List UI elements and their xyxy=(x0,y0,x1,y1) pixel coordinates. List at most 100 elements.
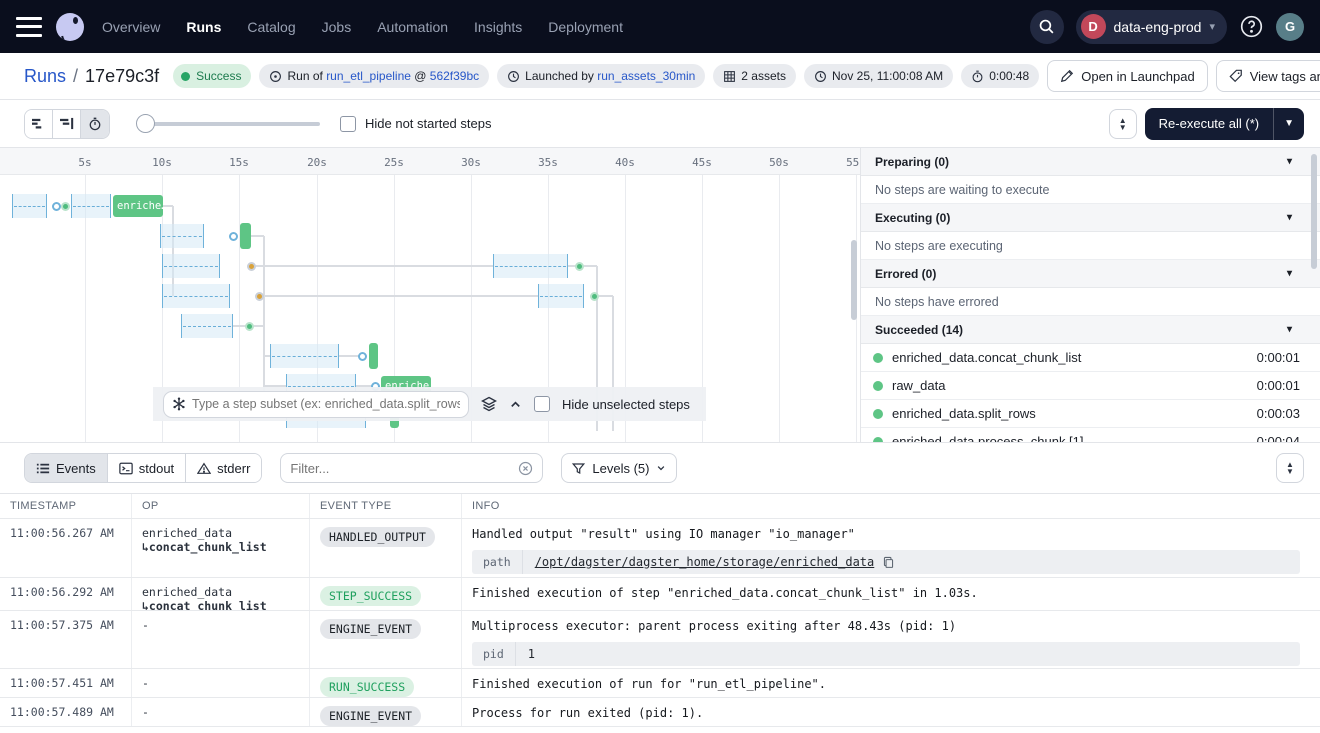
tab-stderr[interactable]: stderr xyxy=(186,454,261,482)
section-header[interactable]: Succeeded (14)▾ xyxy=(861,316,1320,344)
gantt-waiting-box[interactable] xyxy=(162,284,230,308)
log-filter-input[interactable] xyxy=(290,461,512,476)
event-op: - xyxy=(132,698,310,726)
gantt-mode-waterfall-icon[interactable] xyxy=(53,110,81,138)
event-row[interactable]: 11:00:57.489 AM-ENGINE_EVENTProcess for … xyxy=(0,698,1320,727)
gantt-scrollbar[interactable] xyxy=(851,240,857,320)
zoom-slider[interactable] xyxy=(138,122,320,126)
nav-item-deployment[interactable]: Deployment xyxy=(548,19,623,35)
open-in-launchpad-button[interactable]: Open in Launchpad xyxy=(1047,60,1207,92)
tab-events[interactable]: Events xyxy=(25,454,108,482)
event-metadata: path/opt/dagster/dagster_home/storage/en… xyxy=(472,550,1300,574)
gantt-step-bar[interactable]: enriche… xyxy=(113,195,163,217)
nav-item-insights[interactable]: Insights xyxy=(474,19,522,35)
section-title: Errored (0) xyxy=(875,267,936,281)
nav-items: Overview Runs Catalog Jobs Automation Insight… xyxy=(102,19,623,35)
target-icon xyxy=(269,70,282,83)
reexecute-dropdown-caret[interactable]: ▼ xyxy=(1273,108,1304,140)
breadcrumb-runs-link[interactable]: Runs xyxy=(24,66,66,87)
gantt-dot-green[interactable] xyxy=(245,322,254,331)
col-op: OP xyxy=(132,494,310,518)
metadata-value[interactable]: /opt/dagster/dagster_home/storage/enrich… xyxy=(523,554,908,571)
reexecute-button[interactable]: Re-execute all (*) ▼ xyxy=(1145,108,1304,140)
gantt-waiting-box[interactable] xyxy=(71,194,111,218)
step-row[interactable]: enriched_data.split_rows0:00:03 xyxy=(861,400,1320,428)
menu-icon[interactable] xyxy=(16,17,42,37)
gantt-mode-flat-icon[interactable] xyxy=(25,110,53,138)
nav-item-runs[interactable]: Runs xyxy=(186,19,221,35)
event-op: enriched_data↳concat_chunk_list xyxy=(132,519,310,577)
step-row[interactable]: enriched_data.concat_chunk_list0:00:01 xyxy=(861,344,1320,372)
timeline-tick: 25s xyxy=(384,156,404,169)
copy-icon[interactable] xyxy=(882,556,895,569)
op-selector-icon xyxy=(172,397,186,411)
dagster-logo-icon[interactable] xyxy=(56,13,84,41)
gantt-waiting-box[interactable] xyxy=(493,254,568,278)
search-icon[interactable] xyxy=(1030,10,1064,44)
gantt-waiting-box[interactable] xyxy=(181,314,233,338)
view-tags-config-button[interactable]: View tags and config xyxy=(1216,60,1320,92)
gantt-mode-timed-icon[interactable] xyxy=(81,110,109,138)
panel-scrollbar[interactable] xyxy=(1311,154,1317,269)
gantt-step-bar[interactable] xyxy=(369,343,378,369)
nav-item-jobs[interactable]: Jobs xyxy=(322,19,352,35)
event-row[interactable]: 11:00:57.451 AM-RUN_SUCCESSFinished exec… xyxy=(0,669,1320,698)
run-tag[interactable]: Run of run_etl_pipeline @ 562f39bc xyxy=(259,64,489,88)
layers-icon[interactable] xyxy=(481,396,497,412)
nav-item-automation[interactable]: Automation xyxy=(377,19,448,35)
gantt-dot-green[interactable] xyxy=(575,262,584,271)
step-subset-input[interactable] xyxy=(192,397,460,411)
step-duration: 0:00:04 xyxy=(1257,434,1300,443)
gantt-dot-orange[interactable] xyxy=(247,262,256,271)
levels-dropdown[interactable]: Levels (5) xyxy=(561,453,677,483)
run-tag[interactable]: 2 assets xyxy=(713,64,796,88)
section-header[interactable]: Executing (0)▾ xyxy=(861,204,1320,232)
chevron-down-icon: ▾ xyxy=(1287,156,1306,167)
section-header[interactable]: Preparing (0)▾ xyxy=(861,148,1320,176)
run-tag[interactable]: Nov 25, 11:00:08 AM xyxy=(804,64,953,88)
nav-item-catalog[interactable]: Catalog xyxy=(247,19,295,35)
gantt-waiting-box[interactable] xyxy=(160,224,204,248)
clear-filter-icon[interactable] xyxy=(518,461,533,476)
event-timestamp: 11:00:56.267 AM xyxy=(0,519,132,577)
gantt-dot-orange[interactable] xyxy=(255,292,264,301)
run-tag[interactable]: Launched by run_assets_30min xyxy=(497,64,705,88)
tab-stdout[interactable]: stdout xyxy=(108,454,186,482)
hide-unselected-checkbox[interactable] xyxy=(534,396,550,412)
gantt-dot-open[interactable] xyxy=(52,202,61,211)
event-row[interactable]: 11:00:56.267 AMenriched_data↳concat_chun… xyxy=(0,519,1320,578)
step-row[interactable]: enriched_data.process_chunk [1]0:00:04 xyxy=(861,428,1320,443)
gantt-dot-open[interactable] xyxy=(229,232,238,241)
gantt-dot-green[interactable] xyxy=(590,292,599,301)
gantt-dot-open[interactable] xyxy=(358,352,367,361)
sort-steps-button[interactable]: ▲▼ xyxy=(1109,109,1137,139)
gantt-toolbar: Hide not started steps ▲▼ Re-execute all… xyxy=(0,100,1320,148)
help-icon[interactable] xyxy=(1239,14,1264,39)
timeline-tick: 50s xyxy=(769,156,789,169)
run-tag[interactable]: 0:00:48 xyxy=(961,64,1039,88)
section-header[interactable]: Errored (0)▾ xyxy=(861,260,1320,288)
section-empty-text: No steps are waiting to execute xyxy=(861,176,1320,204)
gantt-waiting-box[interactable] xyxy=(538,284,584,308)
expand-log-button[interactable]: ▲▼ xyxy=(1276,453,1304,483)
workspace-switcher[interactable]: D data-eng-prod ▾ xyxy=(1076,10,1227,44)
gantt-step-bar[interactable] xyxy=(240,223,251,249)
gantt-waiting-box[interactable] xyxy=(270,344,339,368)
avatar[interactable]: G xyxy=(1276,13,1304,41)
section-empty-text: No steps are executing xyxy=(861,232,1320,260)
gantt-waiting-box[interactable] xyxy=(12,194,47,218)
event-op: - xyxy=(132,669,310,697)
nav-item-overview[interactable]: Overview xyxy=(102,19,160,35)
hide-not-started-checkbox[interactable] xyxy=(340,116,356,132)
step-row[interactable]: raw_data0:00:01 xyxy=(861,372,1320,400)
gantt-dot-green[interactable] xyxy=(61,202,70,211)
event-info: Handled output "result" using IO manager… xyxy=(462,519,1320,577)
chevron-up-icon[interactable] xyxy=(509,398,522,411)
clock-icon xyxy=(814,70,827,83)
zoom-slider-knob[interactable] xyxy=(136,114,155,133)
event-row[interactable]: 11:00:57.375 AM-ENGINE_EVENTMultiprocess… xyxy=(0,611,1320,669)
gantt-waiting-box[interactable] xyxy=(162,254,220,278)
event-info: Process for run exited (pid: 1). xyxy=(462,698,1320,726)
event-row[interactable]: 11:00:56.292 AMenriched_data↳concat_chun… xyxy=(0,578,1320,611)
section-title: Executing (0) xyxy=(875,211,950,225)
